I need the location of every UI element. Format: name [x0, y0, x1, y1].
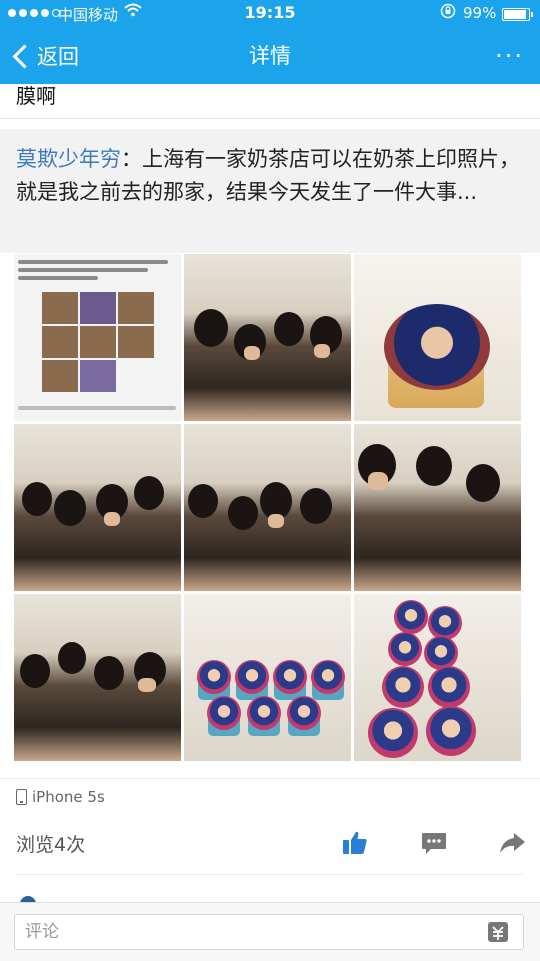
share-button[interactable] — [497, 828, 527, 858]
photo-grid — [14, 254, 522, 762]
photo-thumbnail[interactable] — [14, 424, 181, 591]
emoji-icon — [488, 922, 508, 942]
share-icon — [500, 833, 525, 853]
photo-thumbnail[interactable] — [184, 594, 351, 761]
comment-button[interactable] — [419, 828, 449, 858]
comment-icon — [422, 833, 446, 854]
repost-card[interactable]: 莫欺少年穷：上海有一家奶茶店可以在奶茶上印照片，就是我之前去的那家，结果今天发生… — [0, 129, 540, 253]
battery-icon — [502, 8, 533, 21]
phone-icon — [16, 789, 27, 805]
comment-box — [14, 914, 524, 950]
comment-bar — [0, 902, 540, 961]
device-info: iPhone 5s — [16, 788, 105, 806]
top-bar: 中国移动 19:15 99% 返回 详情 ··· — [0, 0, 540, 84]
navigation-bar: 返回 详情 ··· — [0, 28, 540, 84]
divider — [16, 874, 524, 875]
photo-thumbnail[interactable] — [14, 594, 181, 761]
comment-input[interactable] — [15, 915, 475, 949]
repost-separator: ： — [121, 147, 142, 171]
divider — [0, 118, 540, 119]
rotation-lock-icon — [440, 3, 456, 23]
page-title: 详情 — [249, 44, 291, 68]
device-label: iPhone 5s — [32, 788, 105, 806]
photo-thumbnail[interactable] — [14, 254, 181, 421]
post-text: 膜啊 — [16, 84, 56, 108]
photo-thumbnail[interactable] — [354, 254, 521, 421]
divider — [0, 778, 540, 779]
thumbs-up-icon — [343, 831, 367, 854]
battery-percent: 99% — [463, 4, 497, 22]
more-options-button[interactable]: ··· — [495, 42, 524, 70]
photo-thumbnail[interactable] — [354, 424, 521, 591]
repost-author-link[interactable]: 莫欺少年穷 — [16, 147, 121, 171]
like-button[interactable] — [340, 828, 370, 858]
emoji-button[interactable] — [487, 921, 509, 943]
photo-thumbnail[interactable] — [184, 424, 351, 591]
repost-text: 莫欺少年穷：上海有一家奶茶店可以在奶茶上印照片，就是我之前去的那家，结果今天发生… — [16, 143, 526, 209]
status-bar: 中国移动 19:15 99% — [0, 0, 540, 28]
view-count: 浏览4次 — [16, 834, 86, 856]
photo-thumbnail[interactable] — [184, 254, 351, 421]
clock: 19:15 — [244, 3, 296, 22]
photo-thumbnail[interactable] — [354, 594, 521, 761]
